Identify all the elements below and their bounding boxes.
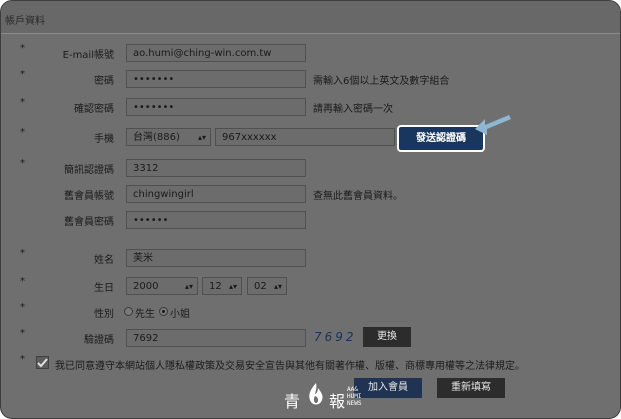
flame-icon xyxy=(309,383,323,405)
required-mark: * xyxy=(20,328,25,339)
old-account-label: 舊會員帳號 xyxy=(64,191,114,202)
reset-form-button[interactable]: 重新填寫 xyxy=(437,378,505,398)
required-mark: * xyxy=(20,97,25,108)
captcha-field[interactable]: 7692 xyxy=(126,329,306,347)
select-arrows-icon: ▴▾ xyxy=(228,282,237,291)
birth-month-value: 12 xyxy=(209,281,222,292)
row-birthday: * 生日 2000 ▴▾ 12 ▴▾ 02 ▴▾ xyxy=(1,274,620,298)
watermark-small-text: AA& HUMI NEWS xyxy=(347,386,361,407)
required-mark: * xyxy=(20,302,25,313)
email-label: E-mail帳號 xyxy=(62,50,114,61)
checkmark-icon xyxy=(37,358,48,368)
form-header: 帳戶資料 xyxy=(1,1,620,33)
birth-year-value: 2000 xyxy=(133,281,159,292)
row-old-account: 舊會員帳號 chingwingirl 查無此舊會員資料。 xyxy=(1,182,620,206)
watermark-line: AA& xyxy=(347,386,358,393)
refresh-captcha-button[interactable]: 更換 xyxy=(363,327,411,347)
row-old-password: 舊會員密碼 •••••• xyxy=(1,208,620,232)
agreement-checkbox[interactable] xyxy=(36,356,49,369)
watermark-char-right: 報 xyxy=(329,392,346,411)
required-mark: * xyxy=(20,69,25,80)
confirm-password-label: 確認密碼 xyxy=(74,104,114,115)
submit-register-button[interactable]: 加入會員 xyxy=(354,378,422,398)
sms-code-label: 簡訊認證碼 xyxy=(64,165,114,176)
old-account-field[interactable]: chingwingirl xyxy=(126,185,306,203)
confirm-password-hint: 請再輸入密碼一次 xyxy=(313,104,393,115)
phone-number-field[interactable]: 967xxxxxx xyxy=(215,128,395,146)
row-sms-code: * 簡訊認證碼 3312 xyxy=(1,156,620,180)
old-password-field[interactable]: •••••• xyxy=(126,211,306,229)
required-mark: * xyxy=(20,127,25,138)
captcha-image: 7692 xyxy=(314,330,357,344)
old-account-hint: 查無此舊會員資料。 xyxy=(313,191,403,202)
name-label: 姓名 xyxy=(94,255,114,266)
required-mark: * xyxy=(20,354,25,365)
row-name: * 姓名 芙米 xyxy=(1,246,620,270)
birth-year-select[interactable]: 2000 ▴▾ xyxy=(126,277,198,295)
row-password: * 密碼 ••••••• 需輸入6個以上英文及數字組合 xyxy=(1,67,620,91)
captcha-label: 驗證碼 xyxy=(84,335,114,346)
row-phone: * 手機 台灣(886) ▴▾ 967xxxxxx xyxy=(1,125,620,149)
gender-male-radio[interactable] xyxy=(124,307,133,316)
watermark-char-left: 青 xyxy=(284,392,301,411)
select-arrows-icon: ▴▾ xyxy=(197,133,206,142)
watermark-line: NEWS xyxy=(347,400,362,407)
row-email: * E-mail帳號 ao.humi@ching-win.com.tw xyxy=(1,41,620,65)
old-password-label: 舊會員密碼 xyxy=(64,217,114,228)
birthday-label: 生日 xyxy=(94,283,114,294)
select-arrows-icon: ▴▾ xyxy=(184,282,193,291)
name-field[interactable]: 芙米 xyxy=(126,249,306,267)
gender-label: 性別 xyxy=(94,309,114,320)
agreement-text: 我已同意遵守本網站個人隱私權政策及交易安全宣告與其他有關著作權、版權、商標專用權… xyxy=(55,361,525,372)
birth-month-select[interactable]: 12 ▴▾ xyxy=(202,277,242,295)
required-mark: * xyxy=(20,248,25,259)
email-field[interactable]: ao.humi@ching-win.com.tw xyxy=(126,44,306,62)
registration-form-card: 帳戶資料 * E-mail帳號 ao.humi@ching-win.com.tw… xyxy=(0,0,621,419)
country-code-value: 台灣(886) xyxy=(133,132,180,143)
phone-label: 手機 xyxy=(94,134,114,145)
header-title: 帳戶資料 xyxy=(5,16,45,27)
birth-day-select[interactable]: 02 ▴▾ xyxy=(247,277,287,295)
country-code-select[interactable]: 台灣(886) ▴▾ xyxy=(126,128,211,146)
password-label: 密碼 xyxy=(94,76,114,87)
password-hint: 需輸入6個以上英文及數字組合 xyxy=(313,76,450,87)
pointer-arrow-icon xyxy=(475,115,511,135)
header-divider xyxy=(1,33,620,34)
required-mark: * xyxy=(20,43,25,54)
sms-code-field[interactable]: 3312 xyxy=(126,159,306,177)
row-confirm-password: * 確認密碼 ••••••• 請再輸入密碼一次 xyxy=(1,95,620,119)
required-mark: * xyxy=(20,276,25,287)
password-field[interactable]: ••••••• xyxy=(126,70,306,88)
row-gender: * 性別 先生 小姐 xyxy=(1,300,620,324)
gender-female-label: 小姐 xyxy=(170,309,190,320)
gender-male-label: 先生 xyxy=(135,309,155,320)
gender-female-radio[interactable] xyxy=(159,307,168,316)
required-mark: * xyxy=(20,158,25,169)
confirm-password-field[interactable]: ••••••• xyxy=(126,98,306,116)
row-captcha: * 驗證碼 7692 xyxy=(1,326,620,350)
select-arrows-icon: ▴▾ xyxy=(273,282,282,291)
watermark-line: HUMI xyxy=(347,393,362,400)
birth-day-value: 02 xyxy=(254,281,267,292)
